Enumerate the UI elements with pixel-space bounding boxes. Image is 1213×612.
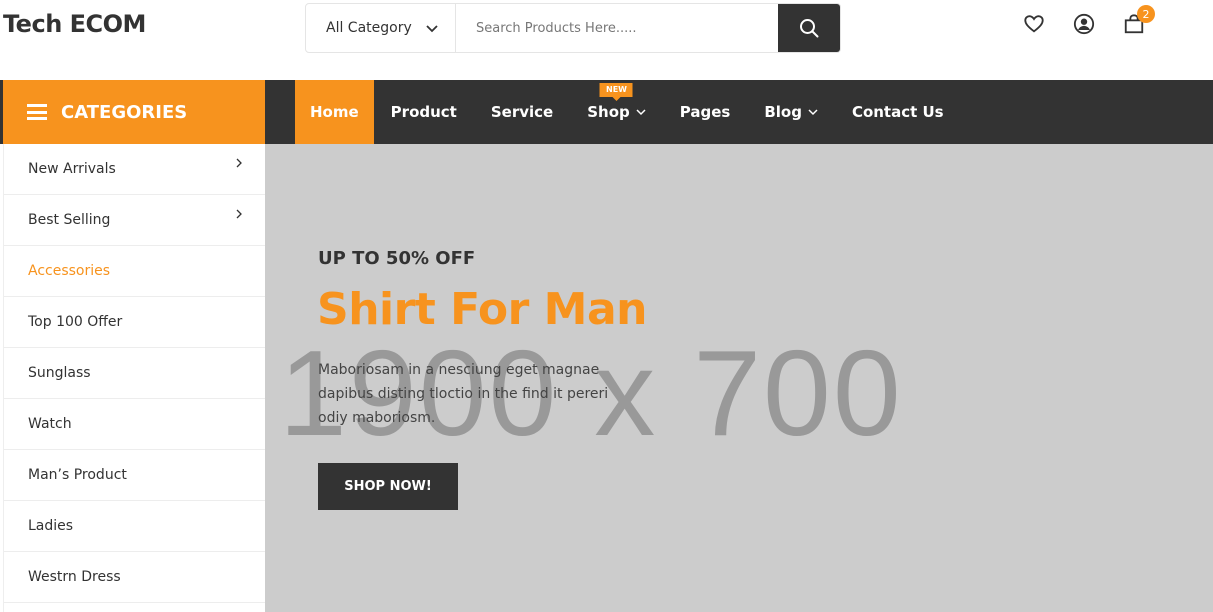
new-badge: NEW — [599, 83, 633, 101]
nav-item-label: Contact Us — [851, 103, 944, 121]
sidebar-item-ladies[interactable]: Ladies — [4, 501, 265, 552]
main-menu: Home Product Service NEW Shop Pages Blog… — [295, 80, 961, 144]
nav-item-shop[interactable]: NEW Shop — [570, 80, 663, 144]
sidebar-item-label: Ladies — [28, 518, 74, 534]
chevron-right-icon — [236, 158, 242, 168]
search-input[interactable] — [456, 4, 778, 52]
hero-subtitle: UP TO 50% OFF — [318, 248, 476, 269]
sidebar-item-top-100-offer[interactable]: Top 100 Offer — [4, 297, 265, 348]
sidebar-item-label: New Arrivals — [28, 161, 116, 177]
nav-item-label: Pages — [679, 103, 731, 121]
nav-item-product[interactable]: Product — [374, 80, 474, 144]
nav-item-pages[interactable]: Pages — [663, 80, 748, 144]
search-icon — [800, 19, 819, 38]
chevron-right-icon — [236, 209, 242, 219]
nav-item-label: Product — [390, 103, 457, 121]
hamburger-icon — [27, 104, 47, 120]
hero-title: Shirt For Man — [317, 284, 647, 335]
search-bar: All Category — [305, 3, 841, 53]
sidebar-item-accessories[interactable]: Accessories — [4, 246, 265, 297]
site-header: Tech ECOM All Category 2 — [0, 0, 1213, 80]
account-button[interactable] — [1073, 13, 1095, 35]
search-button[interactable] — [778, 4, 840, 52]
hero-description: Maboriosam in a nesciung eget magnae dap… — [318, 362, 609, 426]
wishlist-button[interactable] — [1023, 13, 1045, 35]
nav-item-home[interactable]: Home — [295, 80, 374, 144]
categories-label: CATEGORIES — [61, 101, 188, 123]
category-select-label: All Category — [326, 20, 412, 36]
sidebar-item-sunglass[interactable]: Sunglass — [4, 348, 265, 399]
sidebar-item-label: Top 100 Offer — [28, 314, 123, 330]
sidebar-item-best-selling[interactable]: Best Selling — [4, 195, 265, 246]
nav-item-label: Blog — [764, 103, 802, 121]
sidebar-item-label: Sunglass — [28, 365, 91, 381]
heart-icon — [1024, 15, 1044, 33]
cart-count-badge: 2 — [1137, 5, 1155, 23]
sidebar-item-label: Westrn Dress — [28, 569, 121, 585]
nav-item-label: Service — [490, 103, 554, 121]
sidebar-item-label: Accessories — [28, 263, 111, 279]
hero-banner: 1900 x 700 UP TO 50% OFF Shirt For Man M… — [265, 144, 1213, 612]
chevron-down-icon — [426, 25, 438, 33]
sidebar-item-label: Best Selling — [28, 212, 111, 228]
sidebar-item-mans-product[interactable]: Man’s Product — [4, 450, 265, 501]
user-icon — [1073, 13, 1095, 35]
sidebar-item-westrn-dress[interactable]: Westrn Dress — [4, 552, 265, 603]
shop-now-button[interactable]: SHOP NOW! — [318, 463, 458, 510]
sidebar-item-new-arrivals[interactable]: New Arrivals — [4, 144, 265, 195]
chevron-down-icon — [808, 109, 818, 116]
header-actions: 2 — [1023, 5, 1155, 35]
categories-toggle[interactable]: CATEGORIES — [3, 80, 265, 144]
cart-button[interactable]: 2 — [1123, 5, 1155, 35]
nav-item-label: Home — [310, 103, 359, 121]
category-sidebar: New Arrivals Best Selling Accessories To… — [3, 144, 265, 612]
sidebar-item-watch[interactable]: Watch — [4, 399, 265, 450]
nav-item-label: Shop — [587, 103, 630, 121]
sidebar-item-label: Watch — [28, 416, 72, 432]
nav-item-contact[interactable]: Contact Us — [835, 80, 961, 144]
main-navbar: CATEGORIES Home Product Service NEW Shop… — [0, 80, 1213, 144]
site-logo[interactable]: Tech ECOM — [3, 10, 146, 38]
chevron-down-icon — [636, 109, 646, 116]
category-select[interactable]: All Category — [306, 4, 456, 52]
nav-item-service[interactable]: Service — [474, 80, 570, 144]
sidebar-item-label: Man’s Product — [28, 467, 127, 483]
nav-item-blog[interactable]: Blog — [747, 80, 835, 144]
